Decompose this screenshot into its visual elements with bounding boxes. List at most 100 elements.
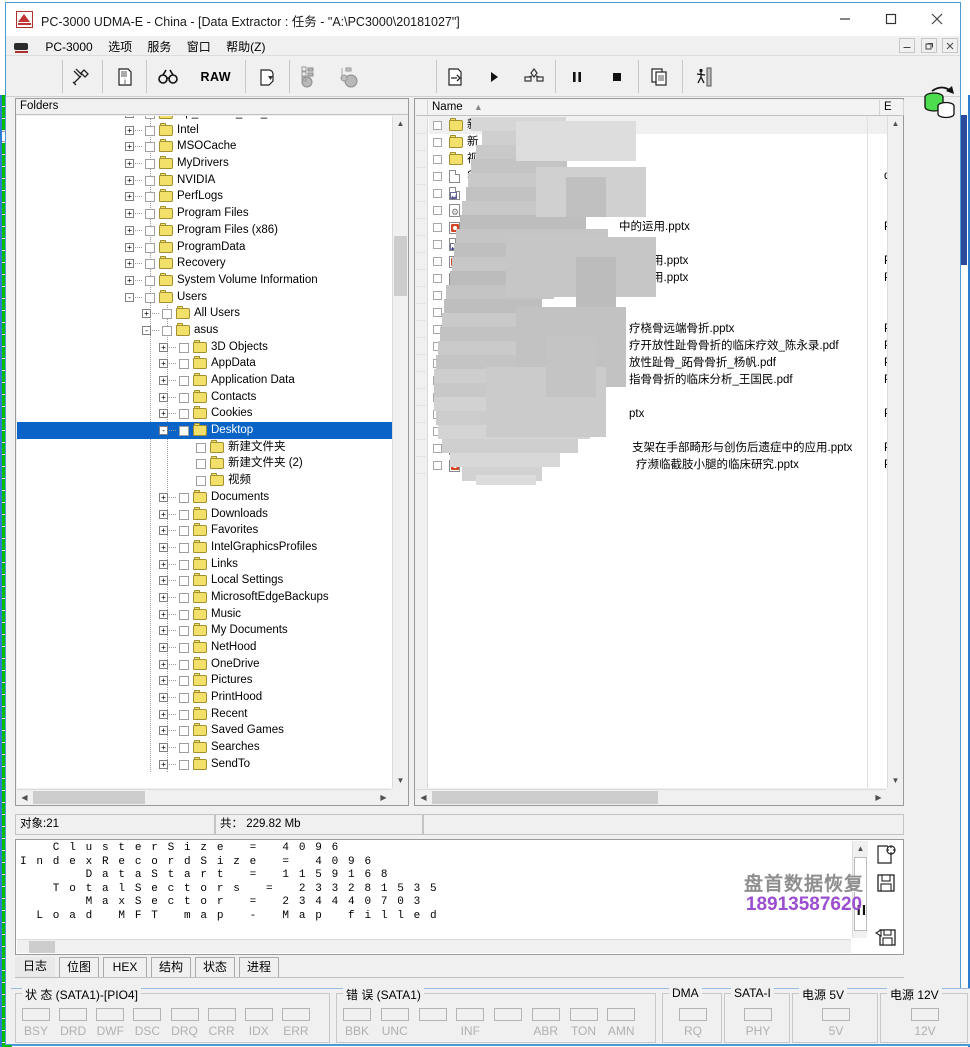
tree-item[interactable]: - Users [17, 289, 407, 306]
log-hscroll-thumb[interactable] [29, 941, 55, 953]
tree-item-checkbox[interactable] [145, 125, 155, 136]
tree-item-checkbox[interactable] [179, 492, 189, 503]
tree-item-checkbox[interactable] [179, 709, 189, 720]
inner-minimize-button[interactable] [899, 38, 916, 53]
structure-tree-icon[interactable] [293, 60, 329, 93]
tree-item[interactable]: + MicrosoftEdgeBackups [17, 589, 407, 606]
tree-item-checkbox[interactable] [145, 242, 155, 253]
row-checkbox[interactable] [433, 359, 442, 368]
scroll-up-arrow[interactable]: ▲ [393, 116, 408, 131]
row-checkbox[interactable] [433, 393, 442, 402]
scroll-down-arrow[interactable]: ▼ [888, 773, 903, 788]
table-row[interactable]: lliza中的运用.pptxP [429, 219, 902, 236]
clear-log-icon[interactable] [871, 842, 901, 868]
copy-pages-icon[interactable] [642, 60, 678, 93]
table-row[interactable]: 搜狗 [429, 389, 902, 410]
row-checkbox[interactable] [433, 223, 442, 232]
tree-item[interactable]: 新建文件夹 (2) [17, 455, 407, 472]
tree-item[interactable]: + Saved Games [17, 722, 407, 739]
hscroll-thumb[interactable] [33, 791, 145, 804]
table-row[interactable]: S$.qmgcq [429, 168, 902, 185]
row-checkbox[interactable] [433, 155, 442, 164]
row-checkbox[interactable] [433, 291, 442, 300]
row-checkbox[interactable] [433, 325, 442, 334]
tree-item[interactable]: + Contacts [17, 389, 407, 406]
tree-toggle-expand-icon[interactable]: + [159, 542, 168, 552]
log-scroll-up-arrow[interactable]: ▲ [853, 841, 868, 856]
tree-item-checkbox[interactable] [179, 526, 189, 537]
tree-item[interactable]: + Program Files (x86) [17, 222, 407, 239]
tree-item-checkbox[interactable] [179, 626, 189, 637]
tree-toggle-expand-icon[interactable]: + [125, 159, 134, 169]
row-checkbox[interactable] [433, 189, 442, 198]
save-log-icon[interactable] [871, 870, 901, 896]
table-row[interactable]: mini支的运用.pptxP [429, 253, 902, 270]
tree-toggle-expand-icon[interactable]: + [159, 376, 168, 385]
tab-structure[interactable]: 结构 [151, 957, 191, 977]
tree-toggle-expand-icon[interactable]: + [159, 559, 168, 569]
info-document-icon[interactable]: i [107, 60, 143, 93]
tree-item-checkbox[interactable] [179, 643, 189, 653]
row-checkbox[interactable] [433, 342, 442, 351]
tree-item[interactable]: + MyDrivers [17, 155, 407, 172]
tree-item[interactable]: + IntelGraphicsProfiles [17, 539, 407, 556]
save-to-disk-icon[interactable] [249, 60, 285, 93]
tree-toggle-expand-icon[interactable]: + [159, 509, 168, 519]
tree-toggle-expand-icon[interactable]: + [125, 192, 134, 202]
scroll-left-arrow[interactable]: ◀ [416, 790, 431, 805]
vscroll-thumb[interactable] [394, 236, 407, 296]
tree-toggle-expand-icon[interactable]: + [125, 175, 134, 185]
tree-toggle-expand-icon[interactable]: + [159, 676, 168, 686]
tab-process[interactable]: 进程 [239, 957, 279, 977]
tree-item-checkbox[interactable] [179, 376, 189, 386]
tree-item[interactable]: 视频 [17, 472, 407, 489]
folder-tree-vscrollbar[interactable]: ▲ ▼ [392, 116, 408, 788]
tree-toggle-expand-icon[interactable]: + [125, 142, 134, 152]
tree-item-checkbox[interactable] [179, 576, 189, 587]
tree-item-checkbox[interactable] [145, 225, 155, 236]
table-row[interactable]: 上网 [429, 304, 902, 325]
tree-item[interactable]: + ProgramData [17, 239, 407, 256]
tree-item[interactable]: + Cookies [17, 405, 407, 422]
tree-item-checkbox[interactable] [179, 426, 189, 437]
menu-pc3000[interactable]: PC-3000 [39, 38, 98, 56]
table-row[interactable]: ~$mi的运用.pptxP [429, 270, 902, 287]
tree-item-checkbox[interactable] [145, 192, 155, 203]
log-pause-indicator[interactable]: II [857, 902, 867, 919]
tree-item-checkbox[interactable] [179, 659, 189, 670]
tab-hex[interactable]: HEX [103, 957, 147, 977]
copy-task-icon[interactable] [437, 60, 473, 93]
tree-item-checkbox[interactable] [162, 309, 172, 320]
tree-item[interactable]: + Recent [17, 706, 407, 723]
tree-item[interactable]: + Recovery [17, 255, 407, 272]
tree-item-checkbox[interactable] [179, 509, 189, 520]
row-checkbox[interactable] [433, 410, 442, 419]
tree-item[interactable]: + AppData [17, 355, 407, 372]
tree-toggle-expand-icon[interactable]: + [159, 743, 168, 753]
tree-item-checkbox[interactable] [179, 693, 189, 704]
tree-item[interactable]: + Documents [17, 489, 407, 506]
play-button[interactable] [476, 60, 512, 93]
folder-tree-hscrollbar[interactable]: ◀ ▶ [17, 789, 391, 805]
column-header-e[interactable]: E [880, 100, 904, 115]
file-list[interactable]: 新娃新视S$.qmgcq3delliza中的运用.pptxPMicromini支… [416, 117, 902, 788]
tree-toggle-collapse-icon[interactable]: - [159, 426, 168, 436]
tree-item-checkbox[interactable] [179, 676, 189, 687]
table-row[interactable]: Micro [429, 236, 902, 257]
tree-toggle-expand-icon[interactable]: + [159, 726, 168, 736]
window-maximize-button[interactable] [868, 3, 914, 35]
table-row[interactable]: 运用疗濒临截肢小腿的临床研究.pptxP [429, 457, 902, 474]
tree-item-checkbox[interactable] [179, 609, 189, 620]
row-checkbox[interactable] [433, 206, 442, 215]
tree-toggle-expand-icon[interactable]: + [125, 259, 134, 269]
tab-status[interactable]: 状态 [195, 957, 235, 977]
tree-toggle-expand-icon[interactable]: + [159, 576, 168, 586]
tree-toggle-expand-icon[interactable]: + [159, 342, 168, 352]
inner-restore-button[interactable] [920, 38, 937, 53]
menu-service[interactable]: 服务 [141, 36, 177, 57]
row-checkbox[interactable] [433, 172, 442, 181]
tree-item[interactable]: + Searches [17, 739, 407, 756]
tree-toggle-expand-icon[interactable]: + [125, 125, 134, 135]
table-row[interactable]: epdf微型放性趾骨_跖骨骨折_杨帆.pdfP [429, 355, 902, 372]
row-checkbox[interactable] [433, 376, 442, 385]
